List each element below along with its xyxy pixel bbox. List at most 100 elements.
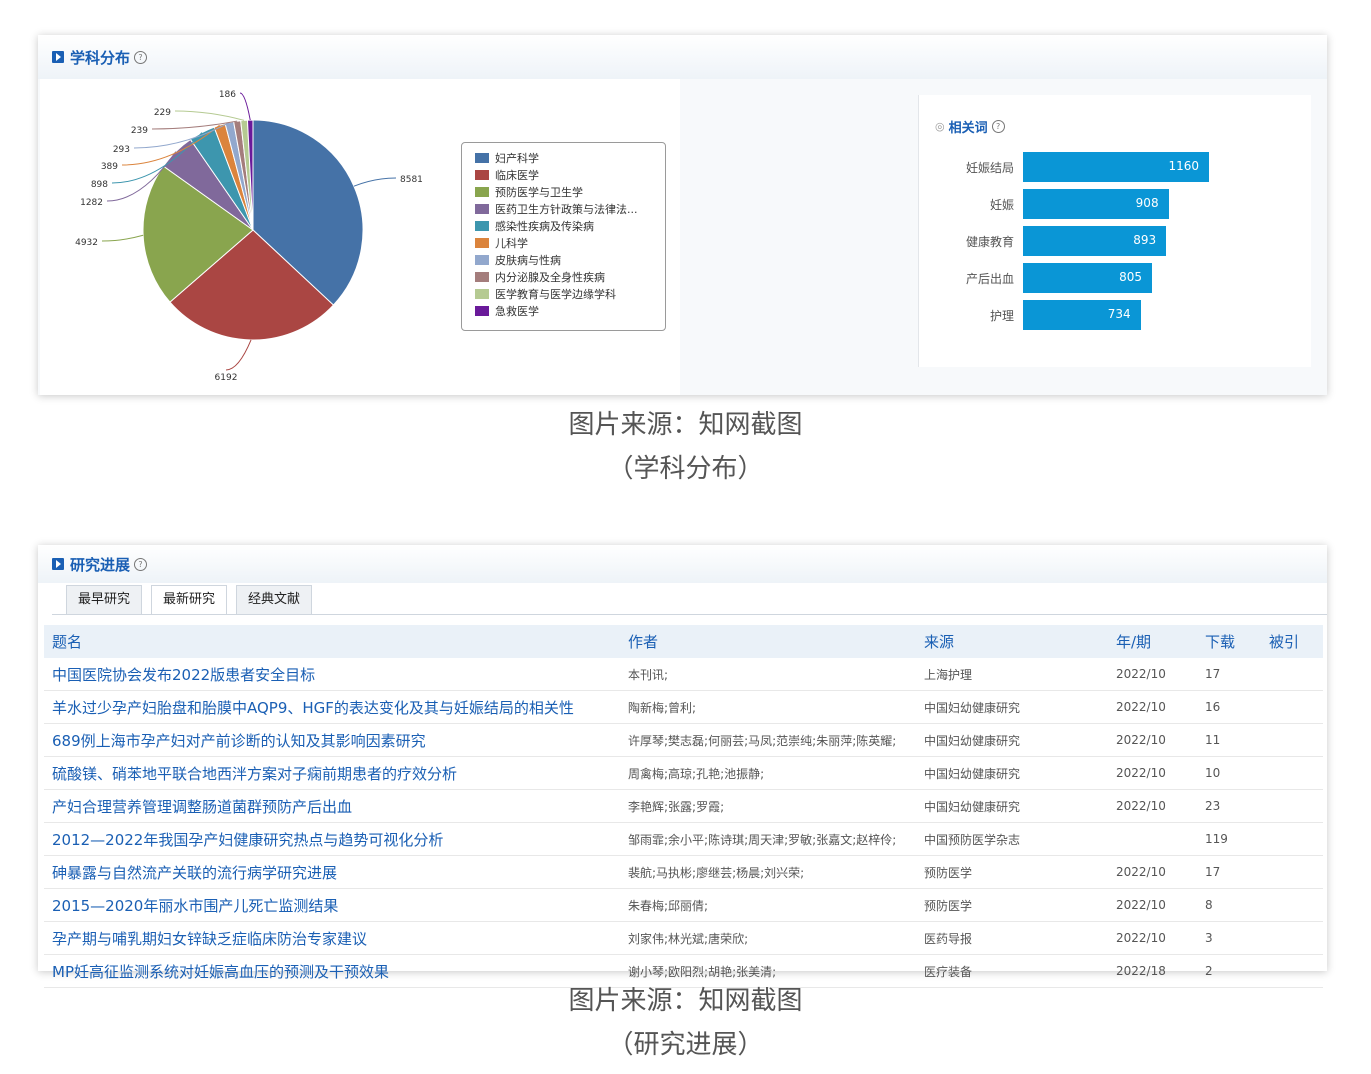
article-title-link[interactable]: 硫酸镁、硝苯地平联合地西泮方案对子痫前期患者的疗效分析 xyxy=(44,756,620,790)
table-row: 2012—2022年我国孕产妇健康研究热点与趋势可视化分析 邹雨霏;余小平;陈诗琪… xyxy=(44,822,1323,856)
related-bar-value: 805 xyxy=(1119,270,1143,284)
research-table: 题名 作者 来源 年/期 下载 被引 中国医院协会发布2022版患者安全目标 本刊讯; 上海护… xyxy=(44,625,1323,988)
legend-item[interactable]: 预防医学与卫生学 xyxy=(462,183,665,200)
pie-connector xyxy=(353,177,397,187)
article-title-link[interactable]: 2012—2022年我国孕产妇健康研究热点与趋势可视化分析 xyxy=(44,822,620,856)
column-header[interactable]: 下载 xyxy=(1197,625,1261,658)
column-header[interactable]: 题名 xyxy=(44,625,620,658)
table-row: 砷暴露与自然流产关联的流行病学研究进展 裴航;马执彬;廖继芸;杨晨;刘兴荣; 预防医… xyxy=(44,855,1323,889)
related-bar[interactable]: 893 xyxy=(1023,226,1167,256)
cell-author[interactable]: 周禽梅;高琼;孔艳;池振静; xyxy=(620,756,916,790)
legend-swatch xyxy=(475,271,489,282)
legend-item[interactable]: 医药卫生方针政策与法律法... xyxy=(462,200,665,217)
related-bar-row[interactable]: 产后出血 805 xyxy=(919,263,1299,293)
column-header[interactable]: 来源 xyxy=(916,625,1108,658)
play-square-icon xyxy=(52,558,64,570)
help-icon[interactable]: ? xyxy=(134,50,148,64)
related-title: 相关词 xyxy=(948,121,988,136)
cell-downloads: 16 xyxy=(1197,690,1261,724)
cell-author[interactable]: 朱春梅;邱丽倩; xyxy=(620,888,916,922)
cell-source[interactable]: 中国妇幼健康研究 xyxy=(916,723,1108,757)
table-row: 2015—2020年丽水市围产儿死亡监测结果 朱春梅;邱丽倩; 预防医学 2022/1… xyxy=(44,888,1323,922)
legend-item[interactable]: 内分泌腺及全身性疾病 xyxy=(462,268,665,285)
help-icon[interactable]: ? xyxy=(991,120,1005,133)
legend-label: 内分泌腺及全身性疾病 xyxy=(495,270,605,284)
cell-issue: 2022/10 xyxy=(1108,888,1197,922)
cell-author[interactable]: 邹雨霏;余小平;陈诗琪;周天津;罗敏;张嘉文;赵梓伶; xyxy=(620,822,916,856)
related-bar-row[interactable]: 妊娠结局 1160 xyxy=(919,152,1299,182)
legend-label: 急救医学 xyxy=(495,304,539,318)
article-title-link[interactable]: 孕产期与哺乳期妇女锌缺乏症临床防治专家建议 xyxy=(44,921,620,955)
cell-issue: 2022/10 xyxy=(1108,789,1197,823)
tab-最新研究[interactable]: 最新研究 xyxy=(151,585,228,615)
article-title-link[interactable]: 689例上海市孕产妇对产前诊断的认知及其影响因素研究 xyxy=(44,723,620,757)
caption-source-1: 图片来源：知网截图 xyxy=(568,410,803,440)
legend-item[interactable]: 医学教育与医学边缘学科 xyxy=(462,285,665,302)
article-title-link[interactable]: 产妇合理营养管理调整肠道菌群预防产后出血 xyxy=(44,789,620,823)
cell-cited xyxy=(1261,888,1323,922)
tab-divider xyxy=(52,614,1327,615)
cell-source[interactable]: 中国妇幼健康研究 xyxy=(916,756,1108,790)
legend-item[interactable]: 临床医学 xyxy=(462,166,665,183)
tab-经典文献[interactable]: 经典文献 xyxy=(236,585,313,614)
pie-connector xyxy=(174,110,245,121)
legend-item[interactable]: 急救医学 xyxy=(462,302,665,319)
pie-value-label: 8581 xyxy=(400,175,423,185)
cell-author[interactable]: 李艳辉;张露;罗霞; xyxy=(620,789,916,823)
legend-label: 皮肤病与性病 xyxy=(495,253,561,267)
legend-item[interactable]: 皮肤病与性病 xyxy=(462,251,665,268)
pie-value-label: 186 xyxy=(219,90,236,100)
subject-panel-title: 学科分布 xyxy=(70,48,131,67)
cell-issue: 2022/10 xyxy=(1108,723,1197,757)
related-bar-row[interactable]: 护理 734 xyxy=(919,300,1299,330)
cell-source[interactable]: 上海护理 xyxy=(916,658,1108,691)
related-bar-row[interactable]: 健康教育 893 xyxy=(919,226,1299,256)
cell-author[interactable]: 本刊讯; xyxy=(620,658,916,691)
related-bar-label: 健康教育 xyxy=(965,235,1014,249)
cell-cited xyxy=(1261,658,1323,691)
cell-source[interactable]: 预防医学 xyxy=(916,888,1108,922)
article-title-link[interactable]: 羊水过少孕产妇胎盘和胎膜中AQP9、HGF的表达变化及其与妊娠结局的相关性 xyxy=(44,690,620,724)
legend-swatch xyxy=(475,152,489,163)
column-header[interactable]: 作者 xyxy=(620,625,916,658)
progress-tabs: 最早研究 最新研究 经典文献 xyxy=(66,585,321,615)
pie-value-label: 6192 xyxy=(215,373,238,383)
legend-item[interactable]: 儿科学 xyxy=(462,234,665,251)
article-title-link[interactable]: 2015—2020年丽水市围产儿死亡监测结果 xyxy=(44,888,620,922)
subject-distribution-panel: 学科分布 ? 8581 6192 4932 1282 898 389 293 239 229 18… xyxy=(38,35,1327,395)
cell-author[interactable]: 刘家伟;林光斌;唐荣欣; xyxy=(620,921,916,955)
related-bar[interactable]: 908 xyxy=(1023,189,1169,219)
legend-label: 预防医学与卫生学 xyxy=(495,185,583,199)
cell-source[interactable]: 中国妇幼健康研究 xyxy=(916,789,1108,823)
cell-author[interactable]: 许厚琴;樊志磊;何丽芸;马凤;范崇纯;朱丽萍;陈英耀; xyxy=(620,723,916,757)
article-title-link[interactable]: 中国医院协会发布2022版患者安全目标 xyxy=(44,658,620,691)
column-header[interactable]: 年/期 xyxy=(1108,625,1197,658)
related-bar-row[interactable]: 妊娠 908 xyxy=(919,189,1299,219)
legend-item[interactable]: 妇产科学 xyxy=(462,149,665,166)
cell-author[interactable]: 裴航;马执彬;廖继芸;杨晨;刘兴荣; xyxy=(620,855,916,889)
cell-downloads: 23 xyxy=(1197,789,1261,823)
related-bar-value: 893 xyxy=(1133,233,1157,247)
cell-issue: 2022/10 xyxy=(1108,658,1197,691)
article-title-link[interactable]: 砷暴露与自然流产关联的流行病学研究进展 xyxy=(44,855,620,889)
cell-author[interactable]: 陶新梅;曾利; xyxy=(620,690,916,724)
cell-issue: 2022/10 xyxy=(1108,921,1197,955)
cell-source[interactable]: 预防医学 xyxy=(916,855,1108,889)
tab-最早研究[interactable]: 最早研究 xyxy=(66,585,143,614)
related-bar[interactable]: 734 xyxy=(1023,300,1141,330)
related-bar[interactable]: 1160 xyxy=(1023,152,1209,182)
legend-item[interactable]: 感染性疾病及传染病 xyxy=(462,217,665,234)
progress-panel-header: 研究进展 ? xyxy=(38,545,1327,583)
help-icon[interactable]: ? xyxy=(134,557,148,571)
legend-label: 妇产科学 xyxy=(495,151,539,165)
cell-source[interactable]: 中国预防医学杂志 xyxy=(916,822,1108,856)
pie-connector xyxy=(239,92,251,121)
pie-value-label: 4932 xyxy=(75,238,98,248)
related-bar[interactable]: 805 xyxy=(1023,263,1153,293)
column-header[interactable]: 被引 xyxy=(1261,625,1323,658)
cell-source[interactable]: 中国妇幼健康研究 xyxy=(916,690,1108,724)
pie-connector xyxy=(101,234,144,242)
pie-value-label: 229 xyxy=(154,108,171,118)
table-header-row: 题名 作者 来源 年/期 下载 被引 xyxy=(44,625,1323,658)
cell-source[interactable]: 医药导报 xyxy=(916,921,1108,955)
